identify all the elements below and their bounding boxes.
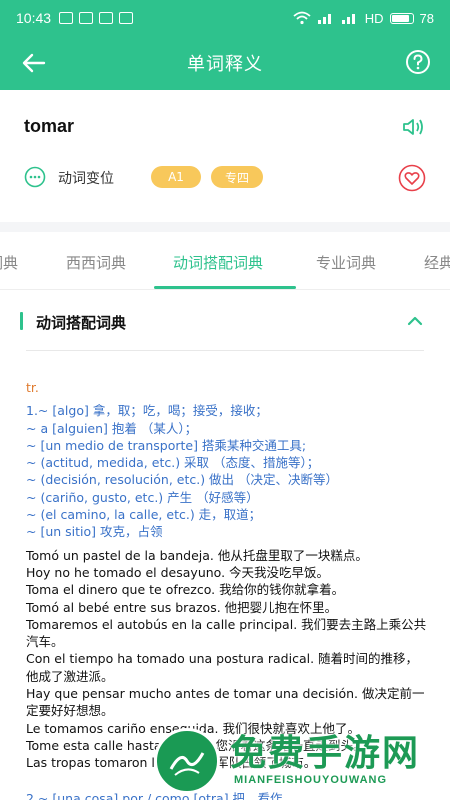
network-label: HD bbox=[364, 10, 384, 26]
tab-verb-collocation[interactable]: 动词搭配词典 bbox=[173, 252, 263, 273]
tab-spanish-spanish[interactable]: 西西词典 bbox=[66, 252, 126, 273]
example-sentence: Hoy no he tomado el desayuno. 今天我没吃早饭。 bbox=[26, 564, 330, 580]
part-of-speech: tr. bbox=[26, 380, 39, 395]
section-title: 动词搭配词典 bbox=[36, 314, 127, 332]
check-icon bbox=[99, 12, 114, 24]
watermark-title: 免费手游网 bbox=[230, 733, 421, 774]
status-bar: 10:43 HD 78 bbox=[0, 0, 450, 36]
more-dots-icon[interactable] bbox=[24, 166, 46, 188]
dictionary-tabs: 词典 西西词典 动词搭配词典 专业词典 经典 bbox=[0, 232, 450, 290]
page-title: 单词释义 bbox=[187, 54, 263, 75]
sense-line: ~ a [alguien] 抱着 （某人）； bbox=[26, 420, 198, 436]
notification-icon bbox=[59, 12, 74, 24]
example-sentence: Con el tiempo ha tomado una postura radi… bbox=[26, 651, 419, 684]
example-sentence: Hay que pensar mucho antes de tomar una … bbox=[26, 686, 425, 719]
section-header[interactable]: 动词搭配词典 bbox=[0, 300, 450, 351]
level-badge: A1 bbox=[151, 166, 201, 188]
example-sentence: Toma el dinero que te ofrezco. 我给你的钱你就拿着… bbox=[26, 582, 345, 598]
app-bar: 单词释义 bbox=[0, 36, 450, 90]
tab-dictionary[interactable]: 词典 bbox=[0, 252, 18, 273]
mail-icon bbox=[79, 12, 94, 24]
sense-line: ~ (cariño, gusto, etc.) 产生 （好感等） bbox=[26, 489, 259, 505]
watermark: 免费手游网 MIANFEISHOUYOUWANG bbox=[150, 722, 450, 800]
signal-icon bbox=[317, 14, 331, 24]
notification-icons bbox=[59, 12, 134, 24]
sense-line: ~ (el camino, la calle, etc.) 走，取道； bbox=[26, 507, 262, 523]
divider bbox=[26, 350, 424, 351]
favorite-heart-icon[interactable] bbox=[398, 164, 426, 192]
status-right: HD 78 bbox=[293, 11, 434, 26]
sense-line: ~ (decisión, resolución, etc.) 做出 （决定、决断… bbox=[26, 472, 339, 488]
sense-line: ~ (actitud, medida, etc.) 采取 （态度、措施等）； bbox=[26, 455, 320, 471]
sense-line: ~ [un sitio] 攻克，占领 bbox=[26, 524, 163, 540]
speaker-icon[interactable] bbox=[402, 116, 426, 138]
headword: tomar bbox=[24, 116, 75, 136]
send-icon bbox=[119, 12, 134, 24]
watermark-subtitle: MIANFEISHOUYOUWANG bbox=[234, 774, 388, 786]
sense-line: ~ [un medio de transporte] 搭乘某种交通工具; bbox=[26, 437, 307, 453]
example-sentence: Tomó un pastel de la bandeja. 他从托盘里取了一块糕… bbox=[26, 547, 368, 563]
category-badge: 专四 bbox=[211, 166, 263, 188]
word-card: tomar 动词变位 A1 专四 bbox=[0, 90, 450, 222]
example-sentence: Tomaremos el autobús en la calle princip… bbox=[26, 616, 427, 650]
watermark-logo bbox=[154, 728, 220, 794]
tab-classic[interactable]: 经典 bbox=[424, 252, 450, 273]
battery-icon bbox=[389, 12, 414, 24]
wifi-icon bbox=[293, 11, 311, 25]
signal-icon-2 bbox=[341, 14, 355, 24]
example-sentence: Tomó al bebé entre sus brazos. 他把婴儿抱在怀里。 bbox=[26, 599, 338, 615]
chevron-up-icon[interactable] bbox=[406, 312, 424, 330]
status-time: 10:43 bbox=[16, 10, 52, 26]
help-icon[interactable] bbox=[404, 48, 432, 76]
back-arrow-icon[interactable] bbox=[20, 49, 48, 77]
section-accent-bar bbox=[20, 312, 23, 330]
active-tab-indicator bbox=[154, 286, 296, 289]
section-gap bbox=[0, 222, 450, 232]
sense-line: 1.~ [algo] 拿，取；吃，喝；接受，接收； bbox=[26, 403, 268, 419]
battery-level: 78 bbox=[419, 10, 434, 26]
conjugation-link[interactable]: 动词变位 bbox=[58, 168, 114, 188]
tab-professional[interactable]: 专业词典 bbox=[316, 252, 376, 273]
